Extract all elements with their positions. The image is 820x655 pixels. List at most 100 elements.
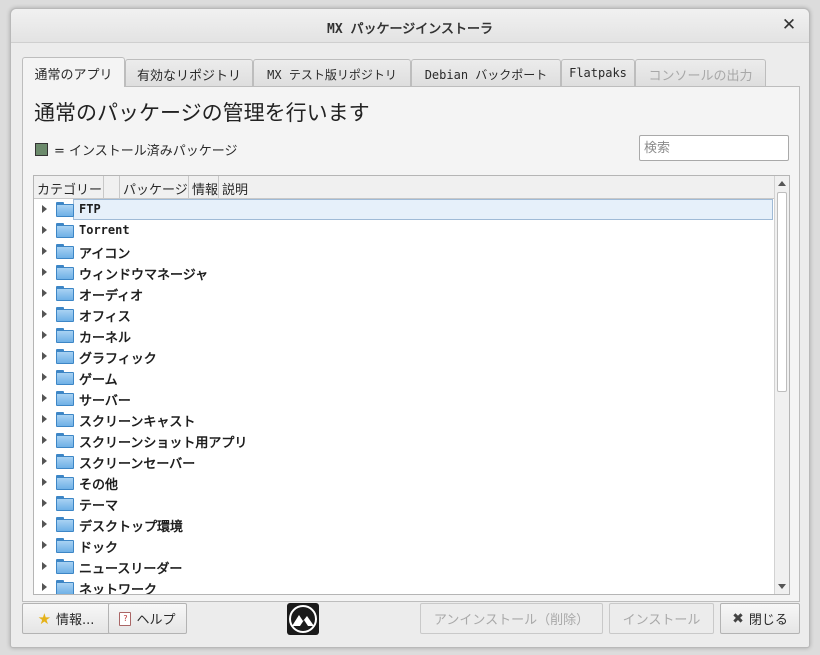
selection-highlight [73,199,773,220]
tree-row[interactable]: ネットワーク [34,577,774,595]
expand-arrow-icon[interactable] [42,289,47,297]
tab-debian-backports[interactable]: Debian バックポート [411,59,561,86]
expand-arrow-icon[interactable] [42,499,47,507]
tree-row-label: スクリーンセーバー [79,457,196,472]
expand-arrow-icon[interactable] [42,394,47,402]
tree-row[interactable]: その他 [34,472,774,493]
folder-icon [56,517,74,532]
tree-row-label: グラフィック [79,352,157,367]
tab-flatpaks[interactable]: Flatpaks [561,59,635,86]
folder-icon [56,412,74,427]
installed-color-swatch [35,143,48,156]
expand-arrow-icon[interactable] [42,331,47,339]
help-book-icon: ? [119,611,132,626]
column-description[interactable]: 説明 [219,176,774,198]
expand-arrow-icon[interactable] [42,478,47,486]
title-bar[interactable]: MX パッケージインストーラ ✕ [11,9,809,43]
column-category[interactable]: カテゴリー [34,176,104,198]
tab-mx-test-repo[interactable]: MX テスト版リポジトリ [253,59,411,86]
tree-row[interactable]: ドック [34,535,774,556]
close-button-label: 閉じる [748,613,788,628]
tree-row[interactable]: Torrent [34,220,774,241]
scroll-up-icon[interactable] [778,181,786,186]
tree-row-label: ウィンドウマネージャ [79,268,209,283]
tree-row[interactable]: スクリーンキャスト [34,409,774,430]
tab-standard-apps[interactable]: 通常のアプリ [22,57,125,87]
column-status[interactable] [104,176,120,198]
main-window: MX パッケージインストーラ ✕ 通常のアプリ 有効なリポジトリ MX テスト版… [10,8,810,648]
expand-arrow-icon[interactable] [42,583,47,591]
tree-rows: FTP Torrent アイコンウィンドウマネージャ オーディオオフィスカーネルグラフ… [34,199,774,595]
tree-row[interactable]: オーディオ [34,283,774,304]
folder-icon [56,223,74,238]
window-close-icon[interactable]: ✕ [779,15,799,35]
tab-panel: 通常のパッケージの管理を行います = インストール済みパッケージ カテゴリー パ… [22,86,800,602]
expand-arrow-icon[interactable] [42,268,47,276]
tree-row-label: FTP [79,202,101,216]
installed-legend: = インストール済みパッケージ [35,140,238,159]
column-package[interactable]: パッケージ [120,176,189,198]
folder-icon [56,496,74,511]
tree-row-label: サーバー [79,394,131,409]
tree-row[interactable]: ニュースリーダー [34,556,774,577]
tree-row-label: オフィス [79,310,131,325]
tree-row[interactable]: ウィンドウマネージャ [34,262,774,283]
close-icon: ✖ [732,610,744,627]
tree-row[interactable]: スクリーンセーバー [34,451,774,472]
expand-arrow-icon[interactable] [42,310,47,318]
about-button[interactable]: ★ 情報... [22,603,110,634]
column-info[interactable]: 情報 [189,176,219,198]
expand-arrow-icon[interactable] [42,562,47,570]
tree-row[interactable]: デスクトップ環境 [34,514,774,535]
tree-row-label: オーディオ [79,289,144,304]
tree-row[interactable]: カーネル [34,325,774,346]
expand-arrow-icon[interactable] [42,352,47,360]
folder-icon [56,265,74,280]
install-button-label: インストール [622,613,701,628]
expand-arrow-icon[interactable] [42,520,47,528]
scrollbar-thumb[interactable] [777,192,787,392]
tree-row[interactable]: FTP [34,199,774,220]
folder-icon [56,580,74,594]
mx-logo [287,603,319,635]
vertical-scrollbar[interactable] [774,176,789,594]
tree-row-label: カーネル [79,331,132,346]
search-input[interactable] [639,135,789,161]
folder-icon [56,202,74,217]
expand-arrow-icon[interactable] [42,436,47,444]
tree-row-label: スクリーンショット用アプリ [79,436,248,451]
tree-row-label: デスクトップ環境 [79,520,184,535]
tree-row-label: アイコン [79,247,131,262]
folder-icon [56,328,74,343]
expand-arrow-icon[interactable] [42,226,47,234]
expand-arrow-icon[interactable] [42,415,47,423]
tree-row[interactable]: ゲーム [34,367,774,388]
install-button[interactable]: インストール [609,603,714,634]
tree-row[interactable]: アイコン [34,241,774,262]
tree-row-label: ゲーム [79,373,118,388]
scroll-down-icon[interactable] [778,584,786,589]
tree-row-label: スクリーンキャスト [79,415,196,430]
tree-row-label: Torrent [79,223,130,237]
folder-icon [56,370,74,385]
expand-arrow-icon[interactable] [42,205,47,213]
expand-arrow-icon[interactable] [42,457,47,465]
page-title: 通常のパッケージの管理を行います [34,101,370,125]
expand-arrow-icon[interactable] [42,373,47,381]
package-tree[interactable]: カテゴリー パッケージ 情報 説明 FTP Torrent アイコンウィンドウマネー… [33,175,790,595]
tree-row[interactable]: オフィス [34,304,774,325]
tree-row-label: ネットワーク [79,583,158,595]
tree-row[interactable]: テーマ [34,493,774,514]
help-button[interactable]: ? ヘルプ [108,603,187,634]
folder-icon [56,244,74,259]
close-button[interactable]: ✖ 閉じる [720,603,800,634]
tree-row-label: テーマ [79,499,119,514]
expand-arrow-icon[interactable] [42,247,47,255]
tab-enabled-repos[interactable]: 有効なリポジトリ [125,59,253,86]
folder-icon [56,454,74,469]
tree-row[interactable]: サーバー [34,388,774,409]
tree-row[interactable]: スクリーンショット用アプリ [34,430,774,451]
expand-arrow-icon[interactable] [42,541,47,549]
tree-row[interactable]: グラフィック [34,346,774,367]
uninstall-button[interactable]: アンインストール（削除） [420,603,603,634]
